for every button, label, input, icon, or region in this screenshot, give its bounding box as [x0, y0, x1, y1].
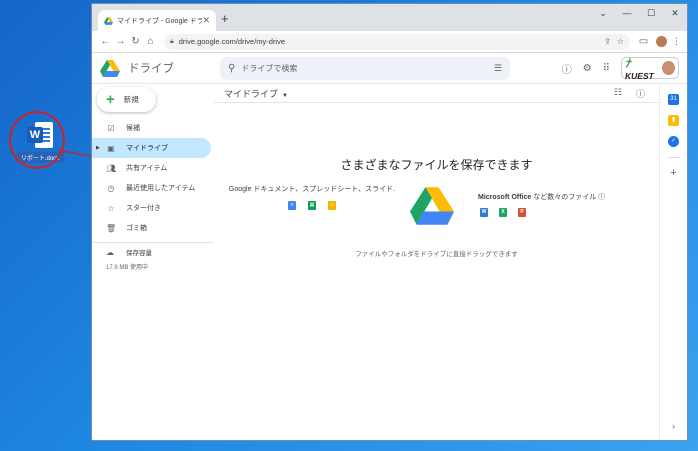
drive-icon: ▣ [107, 143, 115, 153]
browser-menu-icon[interactable]: ⋮ [672, 36, 681, 47]
new-tab-button[interactable]: + [221, 11, 229, 26]
info-icon[interactable]: ⓘ [598, 194, 605, 201]
sheets-icon: ▦ [308, 201, 316, 210]
tab-close-icon[interactable]: ✕ [202, 15, 210, 26]
home-button[interactable]: ⌂ [143, 36, 158, 47]
powerpoint-icon: P [518, 208, 526, 217]
browser-tab[interactable]: マイドライブ - Google ドライブ ✕ [98, 10, 216, 31]
search-options-icon[interactable]: ☰ [494, 63, 502, 74]
clock-icon: ◷ [107, 183, 115, 193]
back-button[interactable]: ← [98, 36, 113, 47]
google-docs-info: Google ドキュメント、スプレッドシート、スライド. ≡ ▦ ▭ [228, 186, 396, 210]
address-bar[interactable]: 🔒︎ drive.google.com/drive/my-drive ⇪ ☆ [164, 33, 630, 50]
minimize-button[interactable]: — [615, 4, 639, 22]
right-side-panel: 31 ▮ ✓ + › [659, 84, 687, 440]
drive-header: ドライブ ⚲ ドライブで検索 ☰ ⓘ ⚙ ⠿ ﾅKUEST [92, 53, 687, 84]
new-button[interactable]: + 新規 [97, 87, 156, 112]
search-icon: ⚲ [228, 63, 236, 74]
calendar-icon[interactable]: 31 [668, 94, 679, 105]
tab-search-icon[interactable]: ⌄ [591, 4, 615, 22]
account-avatar [661, 61, 675, 75]
excel-icon: X [499, 208, 507, 217]
page-title[interactable]: マイドライブ ▼ [224, 87, 288, 100]
side-panel-icon[interactable]: ▭ [636, 36, 651, 47]
chevron-down-icon: ▼ [282, 92, 288, 99]
plus-icon: + [106, 91, 115, 108]
shared-icon: 👥︎ [106, 163, 117, 173]
tab-bar: マイドライブ - Google ドライブ ✕ + ⌄ — ☐ ✕ [92, 4, 687, 31]
settings-gear-icon[interactable]: ⚙ [583, 63, 592, 74]
sidebar-item-suggested[interactable]: ☑ 候補 [92, 118, 214, 138]
cloud-icon: ☁ [106, 247, 114, 257]
expand-caret-icon[interactable]: ▶ [96, 145, 100, 151]
sidebar-item-trash[interactable]: 🗑︎ ゴミ箱 [92, 218, 214, 238]
forward-button[interactable]: → [113, 36, 128, 47]
sidebar-divider [92, 242, 214, 243]
slides-icon: ▭ [328, 201, 336, 210]
help-icon[interactable]: ⓘ [562, 61, 572, 76]
bookmark-star-icon[interactable]: ☆ [617, 37, 624, 46]
keep-icon[interactable]: ▮ [668, 115, 679, 126]
sidebar-item-my-drive[interactable]: ▶ ▣ マイドライブ [92, 138, 211, 158]
storage-used: 17.9 MB 使用中 [106, 265, 149, 271]
empty-state-heading: さまざまなファイルを保存できます [340, 158, 533, 172]
apps-grid-icon[interactable]: ⠿ [603, 63, 610, 74]
highlight-circle [9, 111, 65, 169]
sidebar-item-starred[interactable]: ☆ スター付き [92, 198, 214, 218]
sidebar-item-shared[interactable]: 👥︎ 共有アイテム [92, 158, 214, 178]
sidebar-item-recent[interactable]: ◷ 最近使用したアイテム [92, 178, 214, 198]
maximize-button[interactable]: ☐ [639, 4, 663, 22]
tab-title: マイドライブ - Google ドライブ [117, 17, 203, 25]
profile-avatar[interactable] [656, 36, 667, 47]
share-icon[interactable]: ⇪ [604, 37, 611, 46]
trash-icon: 🗑︎ [106, 223, 117, 233]
drive-logo-icon [100, 59, 120, 77]
office-files-info: Microsoft Office など数々のファイル ⓘ W X P [478, 194, 606, 217]
main-content: マイドライブ ▼ ☷ ⓘ さまざまなファイルを保存できます Google ドキュメ… [214, 84, 659, 440]
account-logo: ﾅKUEST [625, 58, 654, 81]
lock-icon: 🔒︎ [170, 37, 174, 45]
browser-toolbar: ← → ↻ ⌂ 🔒︎ drive.google.com/drive/my-dri… [92, 31, 687, 53]
chevron-right-icon[interactable]: › [668, 421, 679, 432]
storage-section[interactable]: ☁ 保存容量 17.9 MB 使用中 [92, 247, 214, 272]
tasks-icon[interactable]: ✓ [668, 136, 679, 147]
url-text: drive.google.com/drive/my-drive [178, 37, 286, 46]
check-icon: ☑ [107, 123, 115, 133]
drive-search-input[interactable]: ⚲ ドライブで検索 ☰ [220, 57, 510, 80]
browser-window: マイドライブ - Google ドライブ ✕ + ⌄ — ☐ ✕ ← → ↻ ⌂… [92, 4, 687, 440]
close-window-button[interactable]: ✕ [663, 4, 687, 22]
docs-icon: ≡ [288, 201, 296, 210]
sidebar: + 新規 ☑ 候補 ▶ ▣ マイドライブ 👥︎ 共有アイテム ◷ 最近使用したアイテム ☆… [92, 84, 214, 440]
account-switcher[interactable]: ﾅKUEST [621, 57, 679, 81]
rail-divider [667, 157, 680, 158]
drive-favicon-icon [104, 16, 113, 25]
drag-drop-hint: ファイルやフォルダをドライブに直接ドラッグできます [355, 251, 518, 258]
star-icon: ☆ [107, 203, 115, 213]
search-placeholder: ドライブで検索 [241, 64, 298, 73]
new-button-label: 新規 [123, 95, 139, 104]
info-icon[interactable]: ⓘ [636, 87, 645, 100]
add-addon-icon[interactable]: + [668, 168, 679, 179]
reload-button[interactable]: ↻ [128, 36, 143, 47]
word-icon: W [480, 208, 488, 217]
drive-brand: ドライブ [128, 63, 174, 75]
drive-large-logo-icon [410, 187, 454, 225]
list-view-icon[interactable]: ☷ [614, 87, 622, 100]
